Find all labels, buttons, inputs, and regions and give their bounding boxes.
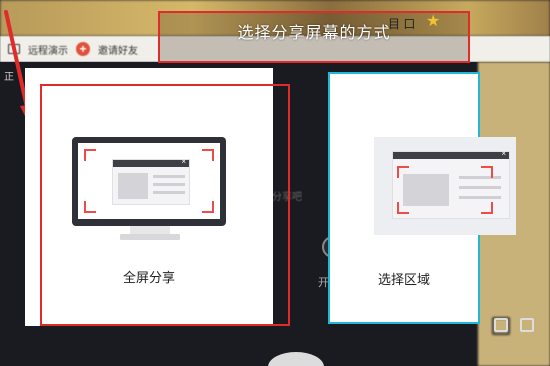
placeholder-image	[403, 174, 449, 206]
placeholder-line	[153, 183, 185, 186]
frame-corner	[84, 149, 96, 161]
monitor-screen: ×	[78, 143, 220, 219]
frame-corner	[481, 202, 493, 214]
placeholder-image	[118, 173, 148, 199]
full-screen-share-label: 全屏分享	[122, 270, 175, 285]
placeholder-line	[459, 196, 501, 199]
frame-corner	[202, 149, 214, 161]
monitor-stand-base	[120, 234, 180, 240]
placeholder-line	[459, 186, 501, 189]
close-icon: ×	[181, 157, 186, 166]
monitor-stand-neck	[130, 226, 170, 234]
monitor-icon: ×	[72, 137, 226, 226]
frame-corner	[202, 201, 214, 213]
select-region-label: 选择区域	[377, 272, 430, 287]
frame-corner	[397, 166, 409, 178]
frame-corner	[481, 166, 493, 178]
close-icon: ×	[501, 149, 506, 158]
frame-corner	[84, 201, 96, 213]
placeholder-line	[153, 191, 185, 194]
region-illustration: ×	[374, 137, 516, 235]
window-mock: ×	[112, 157, 190, 205]
window-titlebar: ×	[393, 149, 509, 159]
placeholder-line	[153, 175, 185, 178]
window-mock: ×	[392, 149, 510, 219]
frame-corner	[397, 202, 409, 214]
window-titlebar: ×	[113, 157, 189, 167]
placeholder-line	[459, 176, 501, 179]
